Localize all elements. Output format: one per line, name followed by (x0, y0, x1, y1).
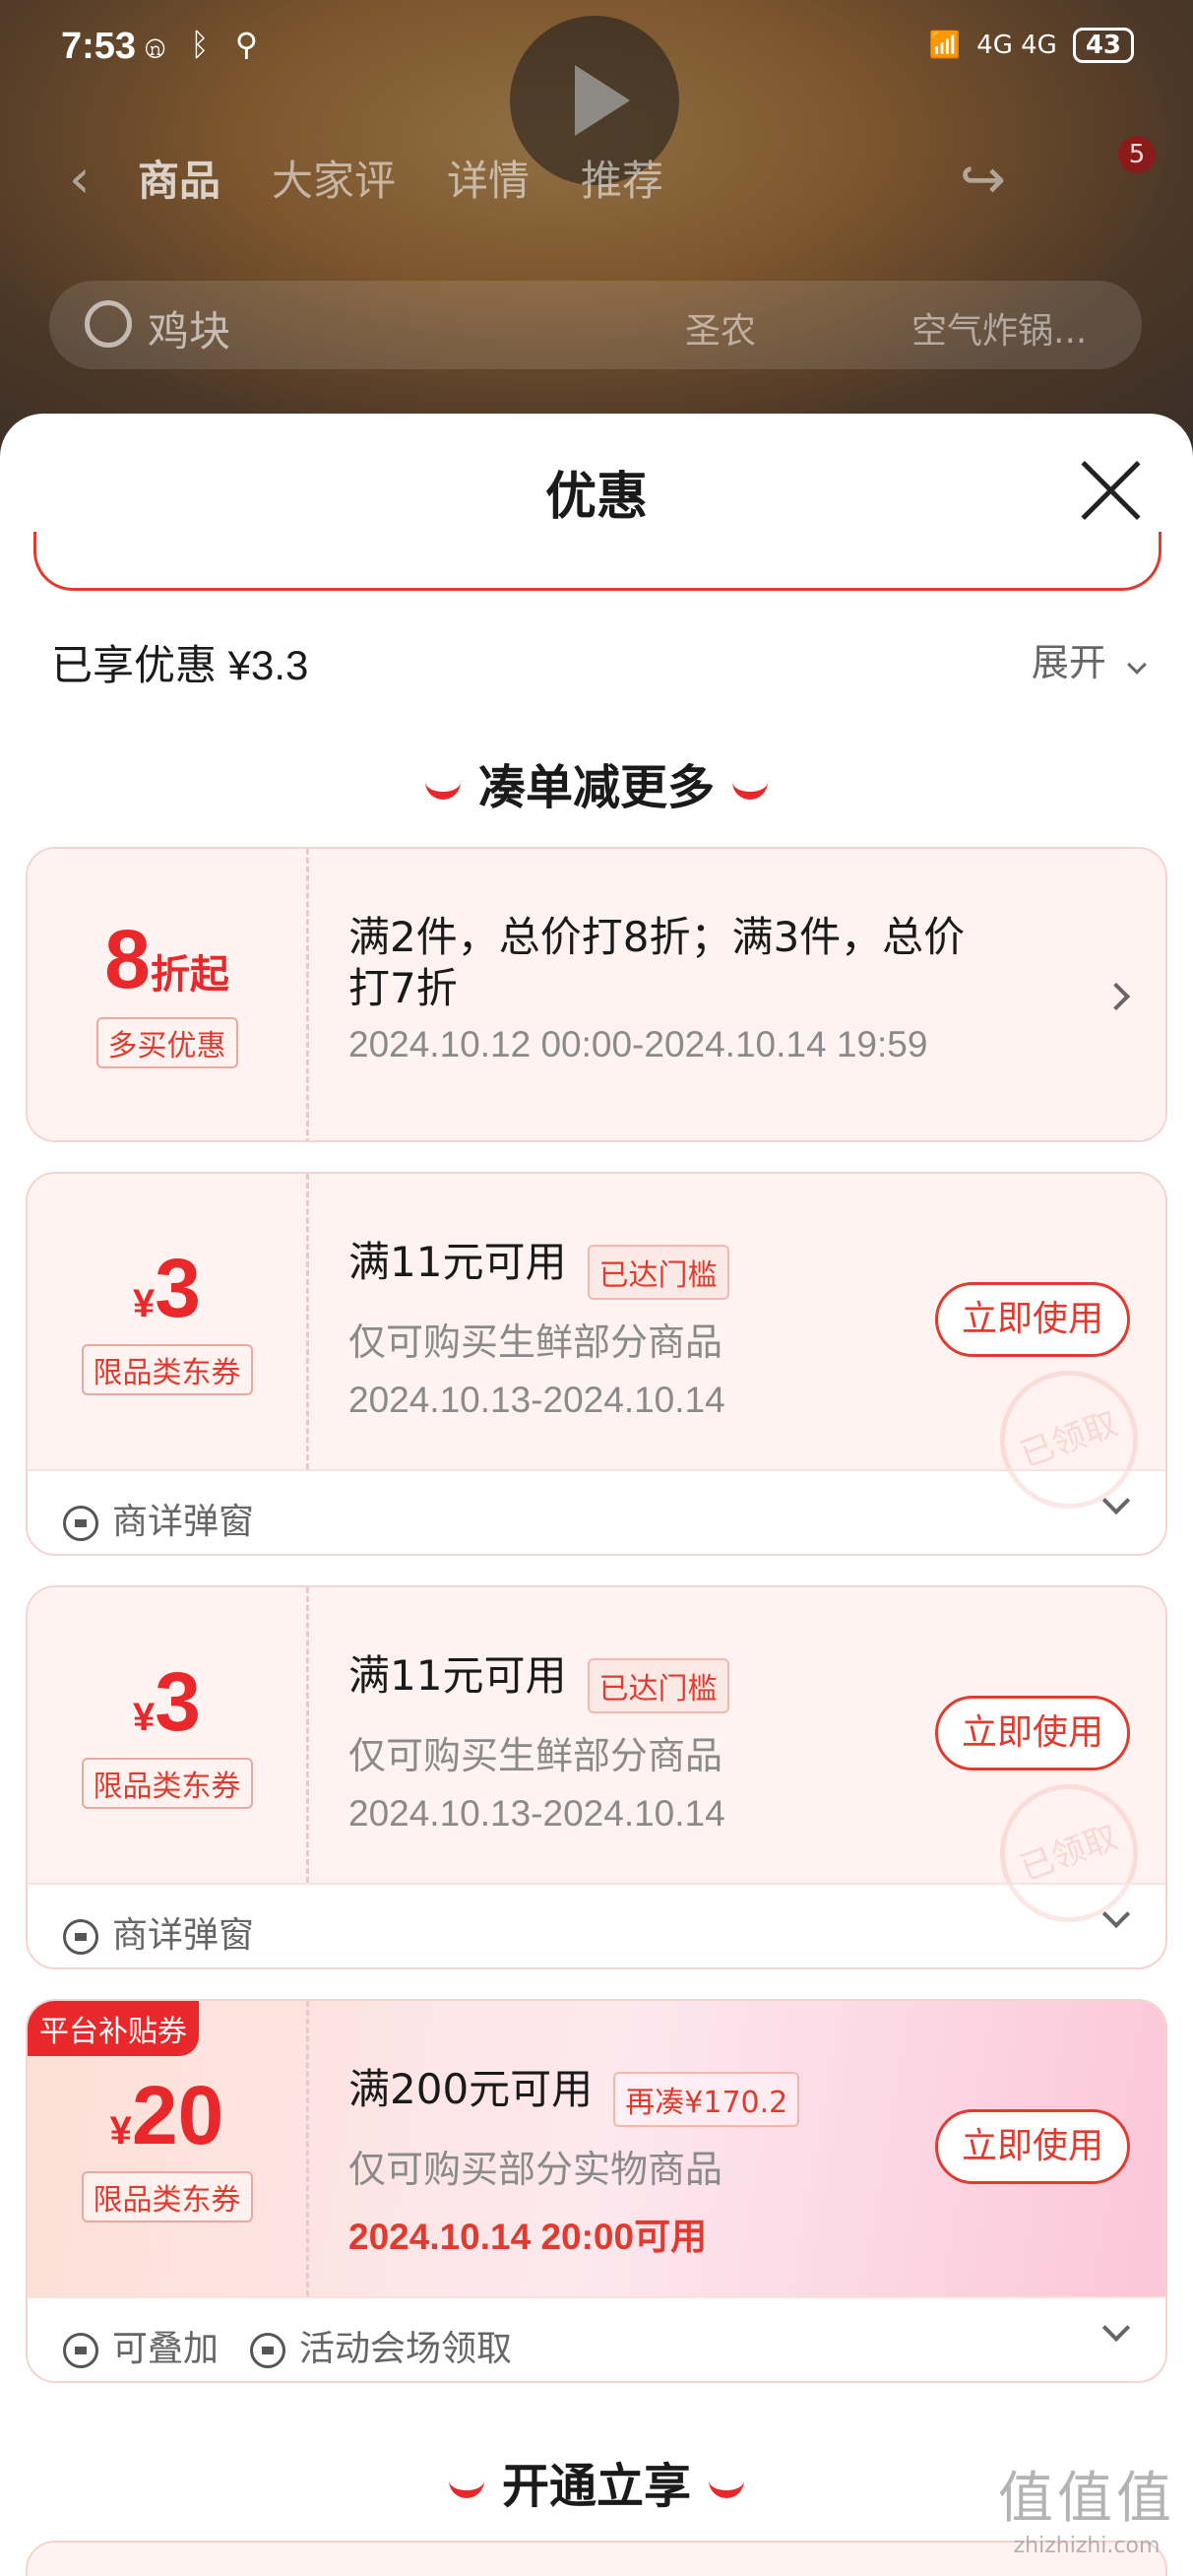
coupon-card: ¥3 限品类东券 满11元可用 已达门槛 仅可购买生鲜部分商品 2024.10.… (26, 1172, 1167, 1556)
site-watermark: 值值值 zhizhizhi.com (998, 2467, 1175, 2558)
coupon-source: 商详弹窗 (63, 1493, 254, 1544)
threshold-tag: 再凑¥170.2 (613, 2071, 800, 2127)
coupon-source: 活动会场领取 (250, 2320, 512, 2371)
cart-badge: 5 (1118, 136, 1156, 173)
signal-icon: 4G 4G (976, 31, 1057, 60)
discount-sheet: 优惠 已享优惠 ¥3.3 展开 凑单减更多 8折起 多买优惠 满2件，总价打8折… (0, 414, 1193, 2576)
wifi-icon: 📶 (928, 31, 962, 60)
coupon-amount: 8折起 (104, 913, 229, 1005)
expand-label: 展开 (1031, 641, 1106, 684)
expand-button[interactable]: 展开 (1031, 632, 1147, 686)
coupon-amount: ¥20 (109, 2069, 224, 2161)
back-icon: ‹ (69, 148, 91, 210)
ticket-icon (63, 1919, 98, 1955)
coupon-card-multibuy[interactable]: 8折起 多买优惠 满2件，总价打8折；满3件，总价打7折 2024.10.12 … (26, 847, 1167, 1142)
coupon-type-tag: 多买优惠 (95, 1017, 238, 1068)
share-icon: ↪ (960, 148, 1006, 212)
sheet-title: 优惠 (544, 468, 648, 527)
smile-icon (732, 782, 768, 800)
coupon-footer[interactable]: 可叠加 活动会场领取 (28, 2296, 1165, 2381)
coupon-type-tag: 限品类东券 (81, 1344, 253, 1395)
coupon-info: 满2件，总价打8折；满3件，总价打7折 2024.10.12 00:00-202… (348, 849, 1165, 1065)
battery-icon: 43 (1072, 28, 1134, 63)
product-nav-tabs: 商品 大家评 详情 推荐 (138, 148, 663, 208)
use-now-button[interactable]: 立即使用 (935, 2109, 1130, 2184)
section-title-more: 凑单减更多 (0, 748, 1193, 817)
coupon-source: 商详弹窗 (63, 1906, 254, 1958)
tab-details: 详情 (447, 157, 531, 205)
coupon-amount: ¥3 (133, 1242, 201, 1334)
coupon-condition: 满11元可用 (348, 1238, 567, 1286)
threshold-tag: 已达门槛 (587, 1244, 729, 1300)
threshold-tag: 已达门槛 (587, 1657, 729, 1713)
status-icons-left: ⓝ ᛒ ⚲ (146, 26, 267, 63)
status-icons-right: 📶 4G 4G 43 (929, 28, 1134, 63)
coupon-card: ¥3 限品类东券 满11元可用 已达门槛 仅可购买生鲜部分商品 2024.10.… (26, 1585, 1167, 1969)
next-card-edge (26, 2541, 1167, 2576)
coupon-footer[interactable]: 商详弹窗 (28, 1883, 1165, 1967)
close-button[interactable] (1079, 459, 1142, 522)
chevron-down-icon (1127, 655, 1147, 675)
coupon-amount-area: 8折起 多买优惠 (28, 849, 309, 1140)
coupon-footer[interactable]: 商详弹窗 (28, 1469, 1165, 1554)
coupon-amount: ¥3 (133, 1655, 201, 1748)
smile-icon (448, 2480, 484, 2498)
coupon-amount-area: ¥3 限品类东券 (28, 1587, 309, 1883)
status-bar: 7:53 ⓝ ᛒ ⚲ 📶 4G 4G 43 (0, 0, 1193, 98)
coupon-type-tag: 限品类东券 (81, 2171, 253, 2222)
search-text: 鸡块 (148, 307, 231, 355)
use-now-button[interactable]: 立即使用 (935, 1282, 1130, 1357)
coupon-date: 2024.10.12 00:00-2024.10.14 19:59 (348, 1024, 928, 1064)
coupon-condition: 满11元可用 (348, 1651, 567, 1700)
enjoyed-discount: 已享优惠 ¥3.3 (51, 642, 309, 688)
tab-recommend: 推荐 (581, 157, 664, 205)
status-time: 7:53 (61, 26, 137, 67)
use-now-button[interactable]: 立即使用 (935, 1696, 1130, 1771)
chevron-down-icon (1101, 2313, 1131, 2343)
coupon-amount-area: ¥3 限品类东券 (28, 1174, 309, 1469)
search-tag-1: 圣农 (685, 311, 757, 352)
chevron-down-icon (1101, 1486, 1131, 1515)
coupon-date: 2024.10.14 20:00可用 (348, 2216, 708, 2257)
smile-icon (424, 782, 461, 800)
search-icon (85, 300, 132, 348)
coupon-condition: 满2件，总价打8折；满3件，总价打7折 (348, 913, 966, 1012)
coupon-type-tag: 限品类东券 (81, 1758, 253, 1809)
smile-icon (709, 2480, 744, 2498)
stackable-label: 可叠加 (63, 2320, 219, 2371)
tab-product: 商品 (138, 157, 221, 205)
platform-subsidy-tag: 平台补贴券 (28, 2001, 199, 2056)
coupon-card-platform: ¥20 限品类东券 平台补贴券 满200元可用 再凑¥170.2 仅可购买部分实… (26, 1999, 1167, 2383)
stack-icon (63, 2333, 98, 2368)
tab-reviews: 大家评 (272, 157, 397, 205)
ticket-icon (250, 2333, 285, 2368)
ticket-icon (63, 1506, 98, 1541)
chevron-down-icon (1101, 1900, 1131, 1929)
previous-card-edge (33, 532, 1162, 591)
search-tag-2: 空气炸锅... (911, 311, 1088, 352)
coupon-condition: 满200元可用 (348, 2065, 594, 2113)
search-bar: 鸡块 圣农 空气炸锅... (49, 281, 1142, 369)
